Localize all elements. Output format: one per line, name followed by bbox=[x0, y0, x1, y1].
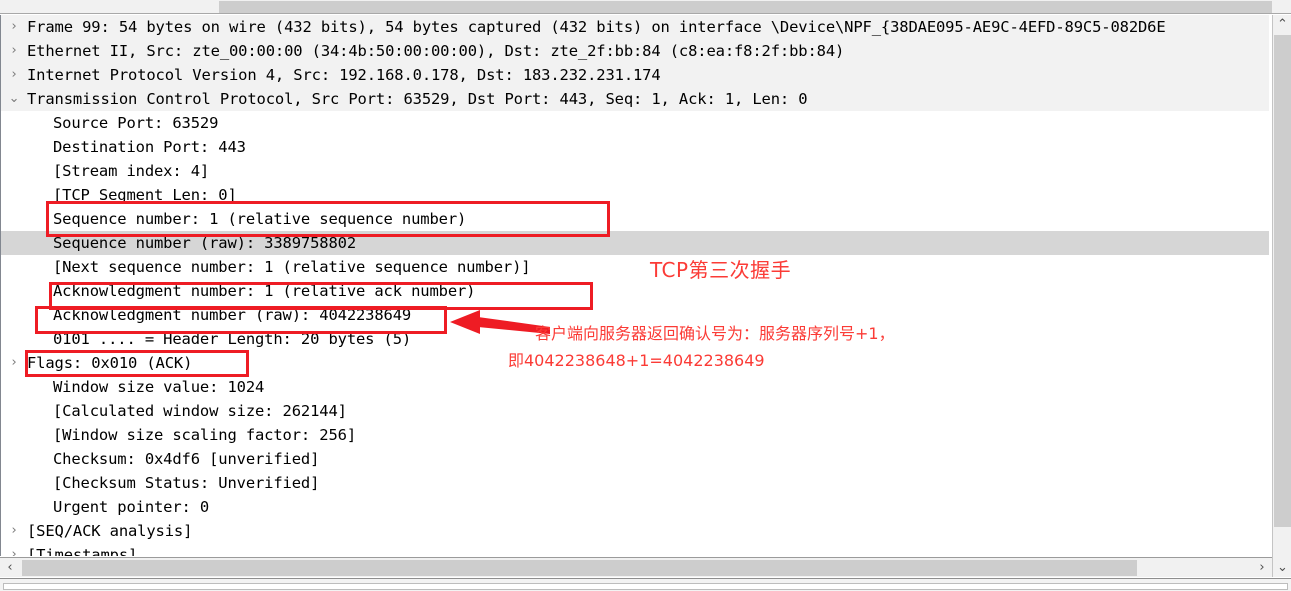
packet-detail-tree-panel: › Frame 99: 54 bytes on wire (432 bits), … bbox=[0, 15, 1291, 556]
tree-row-label: Internet Protocol Version 4, Src: 192.16… bbox=[27, 66, 661, 84]
tree-row-label: [Next sequence number: 1 (relative seque… bbox=[53, 258, 531, 276]
horizontal-scrollbar[interactable]: ‹ › bbox=[0, 557, 1272, 577]
tree-row-label: Transmission Control Protocol, Src Port:… bbox=[27, 90, 808, 108]
vertical-scrollbar[interactable]: ⌃ ⌄ bbox=[1272, 15, 1291, 577]
tree-row-label: Ethernet II, Src: zte_00:00:00 (34:4b:50… bbox=[27, 42, 845, 60]
wireshark-packet-details-window: › Frame 99: 54 bytes on wire (432 bits), … bbox=[0, 0, 1291, 591]
tree-row[interactable]: › [Timestamps] bbox=[1, 543, 1269, 556]
hscroll-right-arrow-icon[interactable]: › bbox=[1252, 558, 1272, 577]
tree-row[interactable]: [Checksum Status: Unverified] bbox=[1, 471, 1269, 495]
tree-row[interactable]: ⌄ Transmission Control Protocol, Src Port… bbox=[1, 87, 1269, 111]
tree-left-border bbox=[0, 15, 1, 556]
tree-row-label: [Calculated window size: 262144] bbox=[53, 402, 347, 420]
tree-row-label: [Timestamps] bbox=[27, 546, 138, 556]
annotation-note-line-1: 客户端向服务器返回确认号为：服务器序列号+1， bbox=[535, 324, 895, 343]
tree-row-label: Destination Port: 443 bbox=[53, 138, 246, 156]
chevron-down-icon[interactable]: ⌄ bbox=[1, 87, 27, 111]
top-scrollbar-right-arrow[interactable] bbox=[1275, 0, 1291, 13]
tree-row-label: Urgent pointer: 0 bbox=[53, 498, 210, 516]
tree-row[interactable]: › Frame 99: 54 bytes on wire (432 bits), … bbox=[1, 15, 1269, 39]
annotation-note-line-2: 即4042238648+1=4042238649 bbox=[508, 351, 765, 370]
tree-row-label: Acknowledgment number: 1 (relative ack n… bbox=[53, 282, 476, 300]
window-bottom-edge bbox=[0, 578, 1291, 591]
annotation-title: TCP第三次握手 bbox=[650, 258, 792, 282]
tree-row-label: [TCP Segment Len: 0] bbox=[53, 186, 237, 204]
tree-row[interactable]: Sequence number (raw): 3389758802 bbox=[1, 231, 1269, 255]
tree-row-label: [SEQ/ACK analysis] bbox=[27, 522, 193, 540]
chevron-right-icon[interactable]: › bbox=[1, 15, 27, 39]
tree-row[interactable]: Window size value: 1024 bbox=[1, 375, 1269, 399]
vscroll-down-arrow-icon[interactable]: ⌄ bbox=[1273, 558, 1291, 577]
tree-row[interactable]: Destination Port: 443 bbox=[1, 135, 1269, 159]
tree-row[interactable]: [Window size scaling factor: 256] bbox=[1, 423, 1269, 447]
vscroll-thumb[interactable] bbox=[1274, 35, 1291, 527]
tree-row-label: Sequence number (raw): 3389758802 bbox=[53, 234, 356, 252]
chevron-right-icon[interactable]: › bbox=[1, 351, 27, 375]
tree-row[interactable]: Sequence number: 1 (relative sequence nu… bbox=[1, 207, 1269, 231]
packet-detail-tree-rows[interactable]: › Frame 99: 54 bytes on wire (432 bits), … bbox=[1, 15, 1269, 556]
tree-row-label: Source Port: 63529 bbox=[53, 114, 219, 132]
tree-row[interactable]: › Internet Protocol Version 4, Src: 192.1… bbox=[1, 63, 1269, 87]
chevron-right-icon[interactable]: › bbox=[1, 63, 27, 87]
tree-row[interactable]: Checksum: 0x4df6 [unverified] bbox=[1, 447, 1269, 471]
tree-row[interactable]: [Next sequence number: 1 (relative seque… bbox=[1, 255, 1269, 279]
tree-row[interactable]: Source Port: 63529 bbox=[1, 111, 1269, 135]
top-horizontal-scrollbar[interactable] bbox=[0, 0, 1291, 14]
tree-row-label: 0101 .... = Header Length: 20 bytes (5) bbox=[53, 330, 412, 348]
chevron-right-icon[interactable]: › bbox=[1, 543, 27, 556]
tree-row[interactable]: [Calculated window size: 262144] bbox=[1, 399, 1269, 423]
tree-row-label: Frame 99: 54 bytes on wire (432 bits), 5… bbox=[27, 18, 1166, 36]
tree-row[interactable]: [Stream index: 4] bbox=[1, 159, 1269, 183]
tree-row-label: Window size value: 1024 bbox=[53, 378, 265, 396]
tree-row[interactable]: › Ethernet II, Src: zte_00:00:00 (34:4b:5… bbox=[1, 39, 1269, 63]
window-bottom-inner bbox=[3, 583, 1288, 590]
chevron-right-icon[interactable]: › bbox=[1, 39, 27, 63]
hscroll-thumb[interactable] bbox=[22, 560, 1137, 576]
tree-row[interactable]: Acknowledgment number: 1 (relative ack n… bbox=[1, 279, 1269, 303]
tree-row-label: [Window size scaling factor: 256] bbox=[53, 426, 356, 444]
tree-row[interactable]: Urgent pointer: 0 bbox=[1, 495, 1269, 519]
tree-row-label: Flags: 0x010 (ACK) bbox=[27, 354, 193, 372]
tree-row[interactable]: › [SEQ/ACK analysis] bbox=[1, 519, 1269, 543]
tree-row-label: Acknowledgment number (raw): 4042238649 bbox=[53, 306, 412, 324]
top-scrollbar-left-arrow[interactable] bbox=[0, 0, 14, 13]
tree-row-label: Sequence number: 1 (relative sequence nu… bbox=[53, 210, 467, 228]
hscroll-left-arrow-icon[interactable]: ‹ bbox=[0, 558, 20, 577]
vscroll-up-arrow-icon[interactable]: ⌃ bbox=[1273, 15, 1291, 34]
tree-row-label: Checksum: 0x4df6 [unverified] bbox=[53, 450, 320, 468]
tree-row[interactable]: [TCP Segment Len: 0] bbox=[1, 183, 1269, 207]
tree-row-label: [Stream index: 4] bbox=[53, 162, 210, 180]
tree-row-label: [Checksum Status: Unverified] bbox=[53, 474, 320, 492]
chevron-right-icon[interactable]: › bbox=[1, 519, 27, 543]
top-scrollbar-thumb[interactable] bbox=[219, 1, 1272, 13]
